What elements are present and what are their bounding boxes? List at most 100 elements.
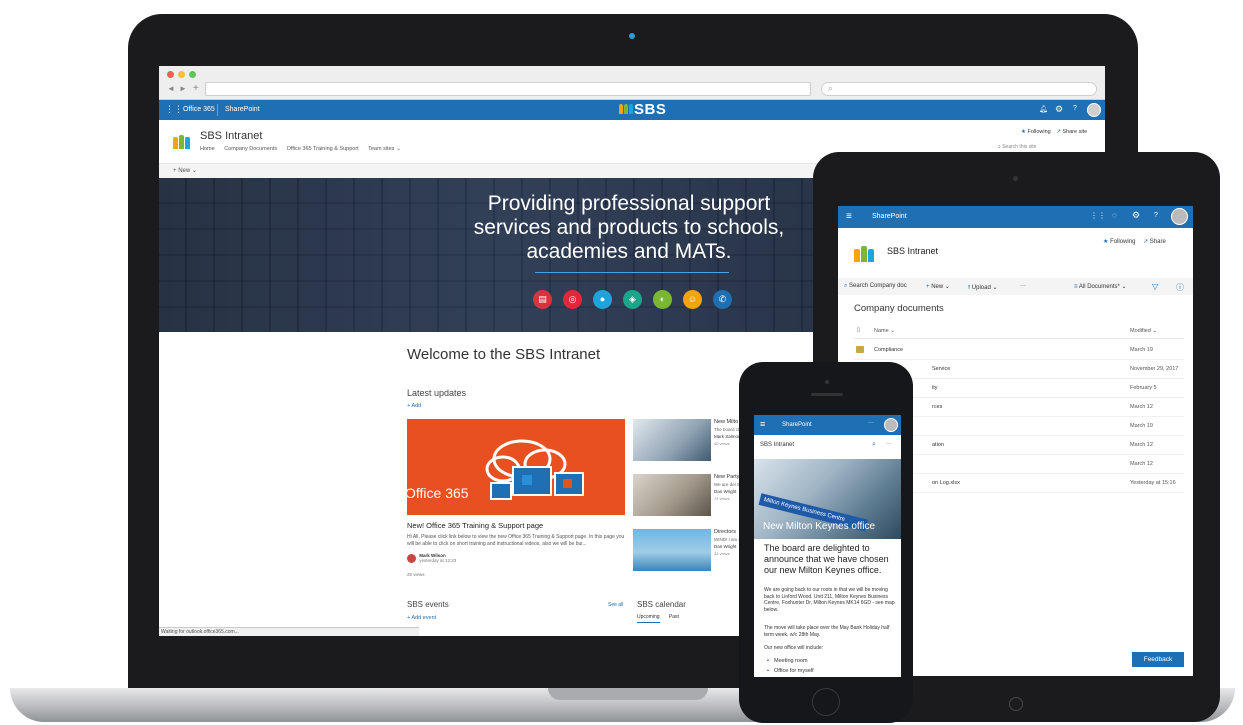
tablet-app-name[interactable]: SharePoint <box>872 213 907 220</box>
globe-icon[interactable]: ◎ <box>563 290 582 309</box>
tab-upcoming[interactable]: Upcoming <box>637 614 660 623</box>
help-icon[interactable]: ? <box>1073 105 1077 112</box>
help-icon[interactable]: ? <box>1154 212 1158 219</box>
view-selector[interactable]: ≡ All Documents* ⌄ <box>1074 283 1127 290</box>
search-icon[interactable]: ⌕ <box>872 441 876 449</box>
site-nav: Home Company Documents Office 365 Traini… <box>200 146 409 152</box>
app-launcher-icon[interactable]: ⋮⋮ <box>1090 211 1106 220</box>
star-icon[interactable]: ★ <box>1021 129 1026 135</box>
search-icon: ⌕ <box>828 84 833 93</box>
back-button[interactable]: ◄ <box>167 82 175 96</box>
nav-home[interactable]: Home <box>200 146 215 152</box>
apple-icon[interactable]: ● <box>593 290 612 309</box>
gear-icon[interactable]: ⚙ <box>1055 104 1063 115</box>
list-item: Meeting room <box>767 658 808 664</box>
file-icon: ▯ <box>857 327 861 333</box>
tablet-home-button[interactable] <box>1009 697 1023 711</box>
info-icon[interactable]: ⓘ <box>1176 282 1184 293</box>
phone-home-button[interactable] <box>812 688 840 716</box>
phone-app-name[interactable]: SharePoint <box>782 422 812 428</box>
star-icon[interactable]: ★ <box>1103 239 1108 245</box>
new-button[interactable]: + New ⌄ <box>926 283 950 290</box>
people-icon[interactable]: ☺ <box>683 290 702 309</box>
hero-heading: Providing professional support services … <box>449 192 809 264</box>
phone-icon[interactable]: ✆ <box>713 290 732 309</box>
more-button[interactable]: ··· <box>1020 283 1026 289</box>
finance-icon[interactable]: ▤ <box>533 290 552 309</box>
maximize-dot-icon[interactable] <box>189 71 196 78</box>
office365-image-text: Office 365 <box>407 485 469 501</box>
tab-past[interactable]: Past <box>669 614 679 620</box>
chat-icon[interactable]: ◐ <box>653 290 672 309</box>
col-modified[interactable]: Modified ⌄ <box>1130 328 1157 334</box>
main-news-body: Hi All, Please click link below to view … <box>407 534 625 547</box>
share-icon[interactable]: ↗ <box>1056 129 1061 135</box>
side-news-thumb-2[interactable] <box>633 474 711 516</box>
hamburger-menu-icon[interactable]: ≡ <box>760 419 765 429</box>
more-icon[interactable]: ··· <box>868 420 874 426</box>
side-news-thumb-1[interactable] <box>633 419 711 461</box>
latest-updates-heading: Latest updates <box>407 388 467 398</box>
plus-icon[interactable]: + <box>173 168 177 174</box>
avatar[interactable] <box>884 418 898 432</box>
calendar-tabs: Upcoming Past <box>637 614 679 623</box>
browser-search-box[interactable]: ⌕ <box>821 82 1097 96</box>
layers-icon[interactable]: ◈ <box>623 290 642 309</box>
folder-icon <box>856 346 864 353</box>
sharepoint-link[interactable]: SharePoint <box>225 106 260 113</box>
list-icon: ≡ <box>1074 284 1078 290</box>
phone-news-lede: The board are delighted to announce that… <box>764 543 889 575</box>
upload-button[interactable]: ⭱ Upload ⌄ <box>968 283 998 293</box>
hamburger-menu-icon[interactable]: ≡ <box>846 211 852 222</box>
close-dot-icon[interactable] <box>167 71 174 78</box>
notification-icon[interactable]: ◌ <box>1112 211 1117 220</box>
main-news-image[interactable]: Office 365 <box>407 419 625 515</box>
app-launcher-icon[interactable]: ⋮⋮ <box>165 104 183 115</box>
following-button[interactable]: Following <box>1110 239 1135 245</box>
gear-icon[interactable]: ⚙ <box>1132 210 1140 221</box>
follow-share: ★ Following ↗ Share site <box>1021 129 1087 135</box>
address-bar[interactable] <box>205 82 811 96</box>
feedback-button[interactable]: Feedback <box>1132 652 1184 667</box>
filter-icon[interactable]: ▽ <box>1152 282 1158 291</box>
upload-icon: ⭱ <box>968 285 971 291</box>
sbs-logo: SBS <box>619 101 666 118</box>
nav-o365-training[interactable]: Office 365 Training & Support <box>287 146 359 152</box>
avatar[interactable] <box>1171 208 1188 225</box>
hero-line-3: academies and MATs. <box>526 240 732 263</box>
minimize-dot-icon[interactable] <box>178 71 185 78</box>
share-icon[interactable]: ↗ <box>1143 239 1148 245</box>
phone-news-paragraph-1: We are going back to our roots in that w… <box>764 587 895 613</box>
share-button[interactable]: Share <box>1150 239 1166 245</box>
nav-team-sites[interactable]: Team sites <box>368 146 394 152</box>
col-name[interactable]: Name ⌄ <box>874 328 895 334</box>
table-row[interactable]: Compliance March 19 <box>854 341 1184 360</box>
add-event-button[interactable]: + Add event <box>407 615 436 621</box>
add-news-button[interactable]: + Add <box>407 403 421 409</box>
chevron-down-icon[interactable]: ⌄ <box>192 168 197 174</box>
new-tab-button[interactable]: + <box>193 82 199 96</box>
avatar[interactable] <box>1087 103 1101 117</box>
side-news-thumb-3[interactable] <box>633 529 711 571</box>
chevron-down-icon[interactable]: ⌄ <box>396 146 401 152</box>
hero-line-1: Providing professional support <box>487 192 771 215</box>
site-title[interactable]: SBS Intranet <box>200 130 262 142</box>
bell-icon[interactable]: 🔔︎ <box>1039 105 1048 113</box>
see-all-link[interactable]: See all <box>608 602 623 608</box>
search-company-docs-input[interactable]: ⌕ Search Company doc <box>844 283 907 290</box>
new-label: New <box>931 284 944 290</box>
following-button[interactable]: Following <box>1027 129 1050 135</box>
office365-link[interactable]: Office 365 <box>183 106 215 113</box>
phone-news-headline: New Milton Keynes office <box>763 521 876 532</box>
forward-button[interactable]: ► <box>179 82 187 96</box>
share-site-button[interactable]: Share site <box>1062 129 1087 135</box>
phone-camera <box>825 380 829 384</box>
tablet-site-title[interactable]: SBS Intranet <box>887 246 938 256</box>
new-button[interactable]: New <box>178 168 190 174</box>
author-avatar <box>407 553 416 563</box>
nav-company-documents[interactable]: Company Documents <box>224 146 277 152</box>
more-icon[interactable]: ··· <box>886 441 892 447</box>
phone-site-title[interactable]: SBS Intranet <box>760 442 794 448</box>
main-news-title[interactable]: New! Office 365 Training & Support page <box>407 521 543 530</box>
phone-speaker <box>811 393 843 396</box>
